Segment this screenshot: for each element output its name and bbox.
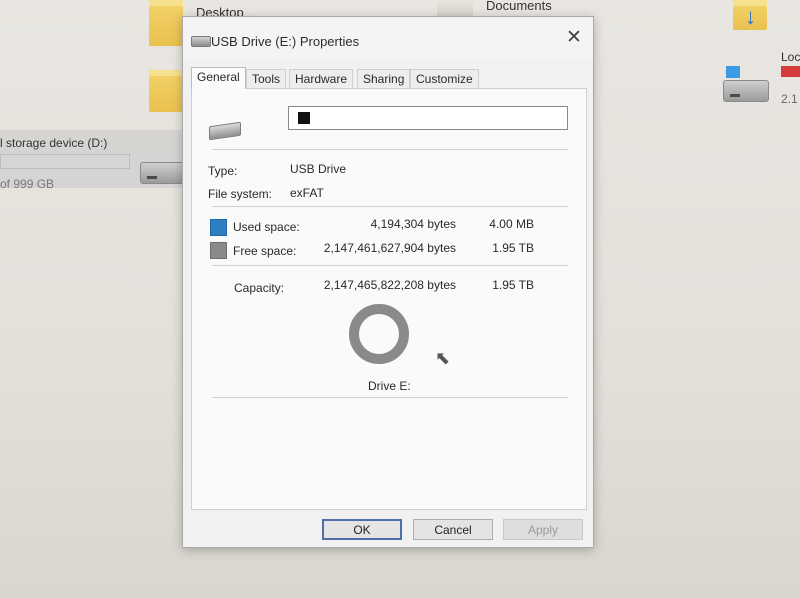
tab-hardware[interactable]: Hardware <box>289 69 354 88</box>
documents-folder-label: Documents <box>486 0 552 13</box>
used-space-bytes: 4,194,304 bytes <box>370 217 456 231</box>
drive-letter-label: Drive E: <box>368 379 411 393</box>
drive-usage-bar <box>781 66 800 77</box>
drive-d-size: of 999 GB <box>0 177 55 191</box>
drive-d-usage-bar <box>0 154 130 169</box>
free-space-label: Free space: <box>233 244 297 258</box>
tab-general[interactable]: General <box>191 67 246 89</box>
windows-logo-icon <box>726 66 740 78</box>
download-arrow-icon: ↓ <box>745 4 756 29</box>
free-space-size: 1.95 TB <box>492 241 534 255</box>
usage-donut-chart <box>349 304 409 364</box>
cancel-button[interactable]: Cancel <box>413 519 493 540</box>
drive-d-label[interactable]: l storage device (D:) <box>0 136 107 150</box>
free-space-ring <box>349 304 409 364</box>
usb-drive-icon <box>191 36 211 47</box>
used-space-size: 4.00 MB <box>489 217 534 231</box>
drive-icon <box>209 121 241 141</box>
ok-button[interactable]: OK <box>322 519 402 540</box>
volume-name-input[interactable] <box>288 106 568 130</box>
used-space-swatch <box>210 219 227 236</box>
divider <box>212 265 568 266</box>
apply-button[interactable]: Apply <box>503 519 583 540</box>
desktop-folder-icon[interactable] <box>149 0 183 46</box>
local-disk-size: 2.1 <box>781 92 798 106</box>
capacity-bytes: 2,147,465,822,208 bytes <box>323 278 456 292</box>
type-value: USB Drive <box>290 162 347 176</box>
local-disk-icon[interactable] <box>723 80 769 102</box>
tab-tools[interactable]: Tools <box>246 69 287 88</box>
properties-dialog: USB Drive (E:) Properties ✕ General Tool… <box>182 16 594 548</box>
divider <box>212 397 568 398</box>
file-system-label: File system: <box>208 187 273 201</box>
dialog-title: USB Drive (E:) Properties <box>211 34 360 49</box>
general-panel: Type: USB Drive File system: exFAT Used … <box>191 88 587 510</box>
local-disk-label: Loc <box>781 50 800 64</box>
free-space-swatch <box>210 242 227 259</box>
file-system-value: exFAT <box>290 186 324 200</box>
capacity-size: 1.95 TB <box>492 278 534 292</box>
drive-d-icon[interactable] <box>140 162 186 184</box>
mouse-pointer-icon: ⬉ <box>435 348 451 368</box>
text-cursor <box>298 112 310 124</box>
capacity-label: Capacity: <box>234 281 285 295</box>
used-space-label: Used space: <box>233 220 300 234</box>
tab-customize[interactable]: Customize <box>410 69 479 88</box>
free-space-bytes: 2,147,461,627,904 bytes <box>323 241 456 255</box>
type-label: Type: <box>208 164 238 178</box>
folder-icon[interactable] <box>149 70 183 112</box>
tab-sharing[interactable]: Sharing <box>357 69 411 88</box>
close-icon[interactable]: ✕ <box>563 27 585 49</box>
divider <box>212 149 568 150</box>
divider <box>212 206 568 207</box>
dialog-titlebar[interactable]: USB Drive (E:) Properties ✕ <box>183 17 593 59</box>
